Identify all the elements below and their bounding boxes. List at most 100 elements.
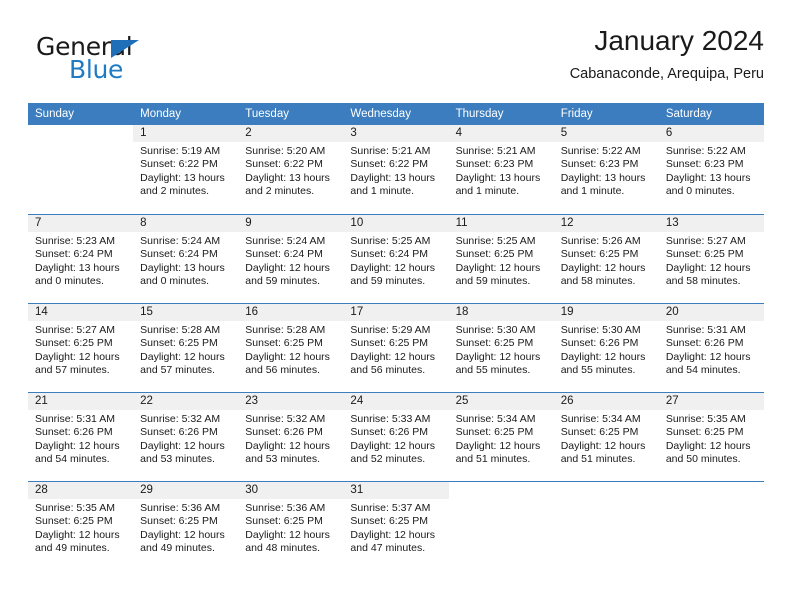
sunset-text: Sunset: 6:24 PM [140,248,218,261]
sunrise-text: Sunrise: 5:25 AM [350,235,431,247]
day-cell-empty [554,482,659,570]
day-cell[interactable]: 28 Sunrise: 5:35 AM Sunset: 6:25 PM Dayligh… [28,482,134,570]
day-info: Sunrise: 5:33 AM Sunset: 6:26 PM Daylight:… [343,410,448,467]
day-cell[interactable]: 14 Sunrise: 5:27 AM Sunset: 6:25 PM Dayligh… [28,304,134,392]
sunrise-text: Sunrise: 5:19 AM [140,145,221,157]
daylight-text: Daylight: 13 hours and 2 minutes. [245,171,330,198]
day-number: 4 [448,125,554,142]
sunset-text: Sunset: 6:26 PM [665,337,744,350]
day-number: 26 [553,393,659,410]
calendar-week-row: 14 Sunrise: 5:27 AM Sunset: 6:25 PM Dayligh… [28,303,764,392]
page-header: General Blue January 2024 Cabanaconde, A… [28,24,764,96]
weekday-monday: Monday [140,108,182,120]
day-cell-empty [28,125,133,214]
sunrise-text: Sunrise: 5:21 AM [455,145,536,157]
day-cell[interactable]: 24 Sunrise: 5:33 AM Sunset: 6:26 PM Dayligh… [343,393,449,481]
sunrise-text: Sunrise: 5:36 AM [140,502,221,514]
sunrise-text: Sunrise: 5:20 AM [245,145,326,157]
day-cell[interactable]: 2 Sunrise: 5:20 AM Sunset: 6:22 PM Daylight… [238,125,344,214]
day-cell[interactable]: 4 Sunrise: 5:21 AM Sunset: 6:23 PM Daylight… [448,125,554,214]
sunrise-text: Sunrise: 5:37 AM [350,502,431,514]
calendar-weeks: 1 Sunrise: 5:19 AM Sunset: 6:22 PM Daylight… [28,125,764,570]
day-cell[interactable]: 18 Sunrise: 5:30 AM Sunset: 6:25 PM Dayligh… [448,304,554,392]
daylight-text: Daylight: 12 hours and 54 minutes. [665,350,751,377]
day-info: Sunrise: 5:22 AM Sunset: 6:23 PM Daylight:… [554,142,659,199]
brand-name-blue: Blue [69,55,124,84]
day-info: Sunrise: 5:37 AM Sunset: 6:25 PM Daylight:… [343,499,448,556]
day-number: 19 [553,304,659,321]
day-number: 11 [448,215,554,232]
day-info: Sunrise: 5:35 AM Sunset: 6:25 PM Daylight:… [659,410,764,467]
brand-logo[interactable]: General Blue [36,32,236,90]
sunset-text: Sunset: 6:25 PM [455,337,534,350]
day-cell[interactable]: 30 Sunrise: 5:36 AM Sunset: 6:25 PM Dayligh… [238,482,344,570]
day-info: Sunrise: 5:25 AM Sunset: 6:25 PM Daylight:… [449,232,554,289]
sunset-text: Sunset: 6:25 PM [560,248,639,261]
sunrise-text: Sunrise: 5:34 AM [560,413,641,425]
sunrise-text: Sunrise: 5:30 AM [560,324,641,336]
sunset-text: Sunset: 6:25 PM [455,248,534,261]
day-cell[interactable]: 20 Sunrise: 5:31 AM Sunset: 6:26 PM Dayligh… [658,304,764,392]
day-cell[interactable]: 21 Sunrise: 5:31 AM Sunset: 6:26 PM Dayligh… [28,393,134,481]
day-cell[interactable]: 6 Sunrise: 5:22 AM Sunset: 6:23 PM Daylight… [658,125,764,214]
day-cell-empty [659,482,764,570]
day-cell[interactable]: 26 Sunrise: 5:34 AM Sunset: 6:25 PM Dayligh… [553,393,659,481]
day-info: Sunrise: 5:32 AM Sunset: 6:26 PM Daylight:… [238,410,343,467]
day-info: Sunrise: 5:36 AM Sunset: 6:25 PM Daylight:… [238,499,343,556]
daylight-text: Daylight: 13 hours and 1 minute. [560,171,646,198]
day-cell[interactable]: 19 Sunrise: 5:30 AM Sunset: 6:26 PM Dayligh… [553,304,659,392]
day-cell[interactable]: 10 Sunrise: 5:25 AM Sunset: 6:24 PM Dayligh… [343,215,449,303]
daylight-text: Daylight: 12 hours and 56 minutes. [350,350,436,377]
sunrise-text: Sunrise: 5:26 AM [560,235,641,247]
day-cell[interactable]: 31 Sunrise: 5:37 AM Sunset: 6:25 PM Dayligh… [343,482,449,570]
day-cell[interactable]: 23 Sunrise: 5:32 AM Sunset: 6:26 PM Dayligh… [238,393,344,481]
sunrise-text: Sunrise: 5:35 AM [35,502,115,514]
daylight-text: Daylight: 12 hours and 49 minutes. [140,528,225,555]
day-info: Sunrise: 5:35 AM Sunset: 6:25 PM Daylight:… [28,499,133,556]
day-cell[interactable]: 17 Sunrise: 5:29 AM Sunset: 6:25 PM Dayligh… [343,304,449,392]
day-cell[interactable]: 25 Sunrise: 5:34 AM Sunset: 6:25 PM Dayligh… [448,393,554,481]
sunrise-text: Sunrise: 5:32 AM [140,413,221,425]
day-cell[interactable]: 12 Sunrise: 5:26 AM Sunset: 6:25 PM Dayligh… [553,215,659,303]
daylight-text: Daylight: 13 hours and 1 minute. [350,171,436,198]
day-number: 3 [343,125,449,142]
daylight-text: Daylight: 13 hours and 0 minutes. [665,171,751,198]
page-title: January 2024 [594,25,764,56]
daylight-text: Daylight: 12 hours and 50 minutes. [665,439,751,466]
day-info: Sunrise: 5:24 AM Sunset: 6:24 PM Daylight:… [238,232,343,289]
day-number: 5 [553,125,659,142]
day-cell[interactable]: 15 Sunrise: 5:28 AM Sunset: 6:25 PM Dayligh… [133,304,239,392]
day-cell[interactable]: 27 Sunrise: 5:35 AM Sunset: 6:25 PM Dayligh… [658,393,764,481]
day-cell[interactable]: 22 Sunrise: 5:32 AM Sunset: 6:26 PM Dayligh… [133,393,239,481]
daylight-text: Daylight: 13 hours and 0 minutes. [35,261,120,288]
day-cell[interactable]: 16 Sunrise: 5:28 AM Sunset: 6:25 PM Dayligh… [238,304,344,392]
day-cell[interactable]: 7 Sunrise: 5:23 AM Sunset: 6:24 PM Daylight… [28,215,134,303]
day-info: Sunrise: 5:34 AM Sunset: 6:25 PM Daylight:… [554,410,659,467]
day-number: 10 [343,215,449,232]
sunrise-text: Sunrise: 5:35 AM [665,413,746,425]
sunset-text: Sunset: 6:25 PM [245,515,323,528]
day-info: Sunrise: 5:21 AM Sunset: 6:23 PM Daylight:… [449,142,554,199]
day-info: Sunrise: 5:26 AM Sunset: 6:25 PM Daylight:… [554,232,659,289]
day-cell[interactable]: 1 Sunrise: 5:19 AM Sunset: 6:22 PM Daylight… [133,125,239,214]
day-cell[interactable]: 11 Sunrise: 5:25 AM Sunset: 6:25 PM Dayligh… [448,215,554,303]
sunset-text: Sunset: 6:22 PM [140,158,218,171]
sunrise-text: Sunrise: 5:24 AM [245,235,326,247]
sunset-text: Sunset: 6:25 PM [560,426,639,439]
day-cell[interactable]: 29 Sunrise: 5:36 AM Sunset: 6:25 PM Dayligh… [133,482,239,570]
day-number: 1 [133,125,239,142]
day-number: 27 [658,393,764,410]
day-cell[interactable]: 5 Sunrise: 5:22 AM Sunset: 6:23 PM Daylight… [553,125,659,214]
day-cell[interactable]: 8 Sunrise: 5:24 AM Sunset: 6:24 PM Daylight… [133,215,239,303]
day-cell[interactable]: 3 Sunrise: 5:21 AM Sunset: 6:22 PM Daylight… [343,125,449,214]
calendar-page: General Blue January 2024 Cabanaconde, A… [0,0,792,612]
daylight-text: Daylight: 12 hours and 49 minutes. [35,528,120,555]
calendar-week-row: 1 Sunrise: 5:19 AM Sunset: 6:22 PM Daylight… [28,125,764,214]
sunset-text: Sunset: 6:25 PM [245,337,323,350]
day-cell[interactable]: 9 Sunrise: 5:24 AM Sunset: 6:24 PM Daylight… [238,215,344,303]
day-info: Sunrise: 5:28 AM Sunset: 6:25 PM Daylight:… [133,321,238,378]
sunrise-text: Sunrise: 5:23 AM [35,235,115,247]
day-number [449,482,554,499]
day-cell[interactable]: 13 Sunrise: 5:27 AM Sunset: 6:25 PM Dayligh… [658,215,764,303]
day-info: Sunrise: 5:27 AM Sunset: 6:25 PM Daylight:… [659,232,764,289]
